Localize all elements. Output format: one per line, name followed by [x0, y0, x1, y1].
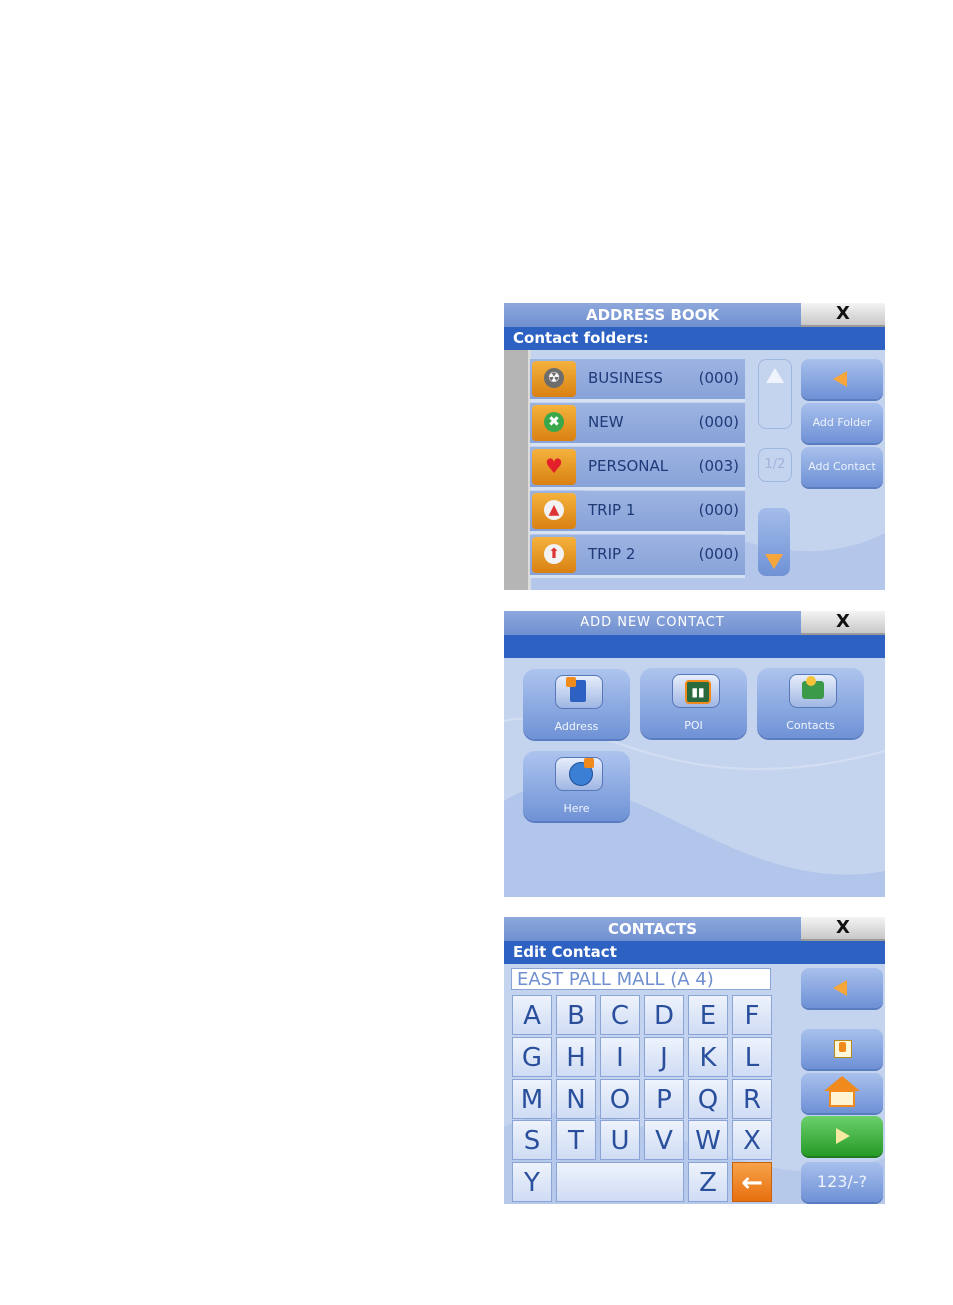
key-l[interactable]: L [732, 1037, 772, 1077]
contact-name-input[interactable]: EAST PALL MALL (A 4) [511, 968, 771, 990]
folder-name: NEW [588, 413, 624, 431]
key-p[interactable]: P [644, 1079, 684, 1119]
space-key[interactable] [556, 1162, 684, 1202]
back-button[interactable] [801, 968, 883, 1008]
folder-name: BUSINESS [588, 369, 663, 387]
home-button[interactable] [801, 1073, 883, 1113]
address-icon [555, 675, 603, 709]
scroll-down-button[interactable] [758, 508, 790, 576]
page-indicator: 1/2 [758, 448, 792, 482]
key-a[interactable]: A [512, 995, 552, 1035]
globe-here-icon [555, 757, 603, 791]
back-arrow-icon [833, 980, 847, 996]
contacts-option-button[interactable]: Contacts [757, 668, 864, 738]
folder-row-business[interactable]: ☢ BUSINESS (000) [530, 359, 745, 402]
sub-header-label: Edit Contact [513, 943, 617, 961]
left-strip [504, 350, 531, 590]
folder-row-trip-2[interactable]: ⬆ TRIP 2 (000) [530, 535, 745, 578]
map-pin-icon [834, 1040, 852, 1058]
sub-header: Contact folders: [504, 327, 885, 350]
key-r[interactable]: R [732, 1079, 772, 1119]
business-folder-icon: ☢ [532, 361, 576, 397]
key-b[interactable]: B [556, 995, 596, 1035]
key-m[interactable]: M [512, 1079, 552, 1119]
contacts-screen: CONTACTS X Edit Contact EAST PALL MALL (… [504, 917, 885, 1204]
go-button[interactable] [801, 1116, 883, 1156]
close-button[interactable]: X [801, 611, 885, 635]
sub-header [504, 635, 885, 658]
title-bar: ADD NEW CONTACT X [504, 611, 885, 635]
folder-count: (000) [698, 369, 739, 387]
address-option-button[interactable]: Address [523, 669, 630, 739]
play-arrow-icon [836, 1128, 850, 1144]
key-h[interactable]: H [556, 1037, 596, 1077]
here-option-button[interactable]: Here [523, 751, 630, 821]
key-o[interactable]: O [600, 1079, 640, 1119]
folder-row-personal[interactable]: ♥ PERSONAL (003) [530, 447, 745, 490]
folder-row-trip-1[interactable]: ▲ TRIP 1 (000) [530, 491, 745, 534]
add-contact-button[interactable]: Add Contact [801, 447, 883, 487]
option-label: Contacts [786, 719, 835, 732]
screen-title: CONTACTS [607, 920, 698, 938]
key-f[interactable]: F [732, 995, 772, 1035]
key-s[interactable]: S [512, 1120, 552, 1160]
key-q[interactable]: Q [688, 1079, 728, 1119]
key-t[interactable]: T [556, 1120, 596, 1160]
key-w[interactable]: W [688, 1120, 728, 1160]
trip-folder-icon: ⬆ [532, 537, 576, 573]
contacts-icon [789, 674, 837, 708]
trip-folder-icon: ▲ [532, 493, 576, 529]
sub-header-label: Contact folders: [513, 329, 649, 347]
key-u[interactable]: U [600, 1120, 640, 1160]
key-i[interactable]: I [600, 1037, 640, 1077]
add-new-contact-screen: ADD NEW CONTACT X Address ▮▮ POI Contact… [504, 611, 885, 897]
key-e[interactable]: E [688, 995, 728, 1035]
folder-name: TRIP 1 [588, 501, 636, 519]
key-z[interactable]: Z [688, 1162, 728, 1202]
key-c[interactable]: C [600, 995, 640, 1035]
folder-row-new[interactable]: ✖ NEW (000) [530, 403, 745, 446]
folder-count: (000) [698, 545, 739, 563]
folder-name: TRIP 2 [588, 545, 636, 563]
back-button[interactable] [801, 359, 883, 399]
key-n[interactable]: N [556, 1079, 596, 1119]
folder-count: (000) [698, 413, 739, 431]
folder-name: PERSONAL [588, 457, 669, 475]
sub-header: Edit Contact [504, 941, 885, 964]
address-book-screen: ADDRESS BOOK X Contact folders: ☢ BUSINE… [504, 303, 885, 590]
scroll-down-icon [765, 554, 783, 569]
scroll-up-track[interactable] [758, 359, 792, 429]
option-label: Here [563, 802, 590, 815]
add-folder-button[interactable]: Add Folder [801, 403, 883, 443]
key-y[interactable]: Y [512, 1162, 552, 1202]
close-button[interactable]: X [801, 303, 885, 327]
home-icon [824, 1076, 860, 1091]
option-label: Address [554, 720, 599, 733]
title-bar: ADDRESS BOOK X [504, 303, 885, 327]
screen-title: ADD NEW CONTACT [580, 615, 725, 630]
key-k[interactable]: K [688, 1037, 728, 1077]
poi-option-button[interactable]: ▮▮ POI [640, 668, 747, 738]
title-bar: CONTACTS X [504, 917, 885, 941]
back-arrow-icon [833, 371, 847, 387]
screen-title: ADDRESS BOOK [585, 306, 720, 324]
new-folder-icon: ✖ [532, 405, 576, 441]
folder-count: (000) [698, 501, 739, 519]
poi-icon: ▮▮ [672, 674, 720, 708]
heart-folder-icon: ♥ [532, 449, 576, 485]
key-d[interactable]: D [644, 995, 684, 1035]
key-v[interactable]: V [644, 1120, 684, 1160]
backspace-key[interactable]: ← [732, 1162, 772, 1202]
mode-toggle-button[interactable]: 123/-? [801, 1162, 883, 1202]
key-g[interactable]: G [512, 1037, 552, 1077]
key-j[interactable]: J [644, 1037, 684, 1077]
option-label: POI [684, 719, 703, 732]
scroll-up-icon[interactable] [766, 368, 784, 383]
close-button[interactable]: X [801, 917, 885, 941]
map-pin-button[interactable] [801, 1029, 883, 1069]
folder-count: (003) [698, 457, 739, 475]
key-x[interactable]: X [732, 1120, 772, 1160]
